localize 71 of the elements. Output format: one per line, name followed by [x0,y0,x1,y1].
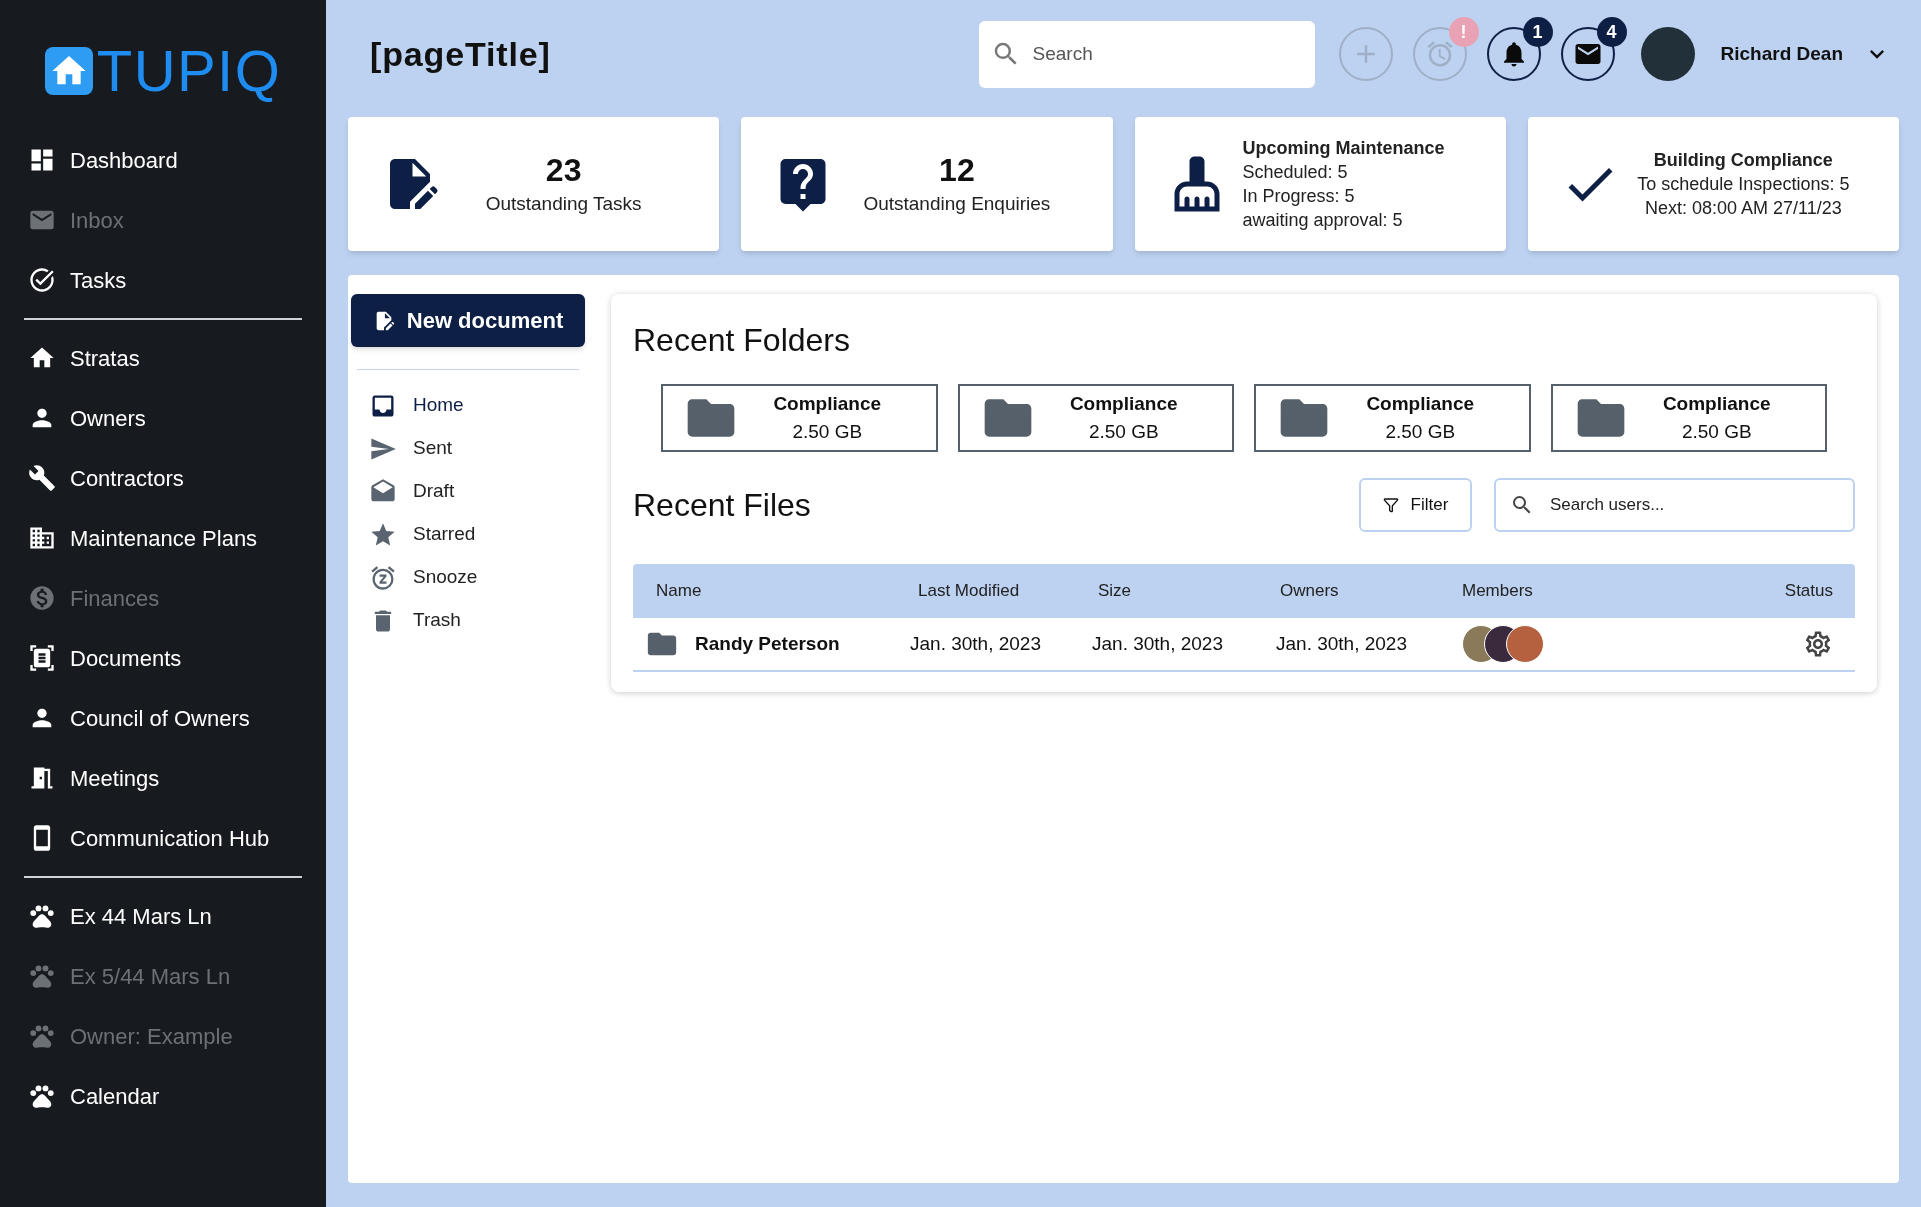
stat-line: Scheduled: 5 [1242,161,1349,184]
stat-line: awaiting approval: 5 [1242,209,1404,232]
folder-size: 2.50 GB [1385,420,1456,444]
badge: ! [1448,17,1479,47]
nav-item[interactable]: Snooze [369,556,585,599]
sidebar-item[interactable]: Stratas [0,328,326,388]
folder-tile[interactable]: Compliance 2.50 GB [661,384,938,452]
sidebar-item[interactable]: Communication Hub [0,808,326,868]
folder-tile[interactable]: Compliance 2.50 GB [1254,384,1531,452]
folder-name: Compliance [1662,391,1771,416]
avatar-photo [1506,625,1544,663]
sidebar-item[interactable]: Dashboard [0,130,326,190]
user-avatar[interactable] [1640,27,1695,81]
column-header: Members [1462,580,1534,603]
snooze-icon [369,563,397,592]
section-title: Recent Folders [633,321,851,360]
sidebar-item[interactable]: Meetings [0,748,326,808]
folder-name: Compliance [1069,391,1178,416]
nav-item[interactable]: Draft [369,470,585,513]
stat-value: 23 [545,150,582,190]
sidebar-item[interactable]: Owners [0,388,326,448]
column-header: Size [1098,580,1133,603]
folder-size: 2.50 GB [1681,420,1752,444]
folder-tile[interactable]: Compliance 2.50 GB [1550,384,1827,452]
search-field[interactable]: Search users... [1494,478,1855,532]
nav-item[interactable]: Home [369,384,585,427]
sidebar-item[interactable]: Calendar [0,1066,326,1126]
folder-name: Compliance [773,391,882,416]
file-name[interactable]: Randy Peterson [695,629,840,659]
stat-line: Next: 08:00 AM 27/11/23 [1644,197,1842,220]
badge: 1 [1522,17,1553,47]
sidebar-item[interactable]: Ex 44 Mars Ln [0,886,326,946]
sidebar-item[interactable]: Council of Owners [0,688,326,748]
stat-label: Outstanding Enquiries [863,191,1051,216]
stat-title: Upcoming Maintenance [1242,137,1446,160]
folder-size: 2.50 GB [1088,420,1159,444]
search-field[interactable]: Search [978,20,1315,88]
folder-size: 2.50 GB [792,420,863,444]
house-logo-icon [44,47,93,95]
column-header: Last Modified [918,580,1021,603]
stat-title: Building Compliance [1653,149,1833,172]
badge: 4 [1596,17,1627,47]
logo-text: TUPIQ [96,42,282,100]
sidebar-item[interactable]: Tasks [0,250,326,310]
column-header: Owners [1280,580,1340,603]
nav-item[interactable]: Sent [369,427,585,470]
stat-label: Outstanding Tasks [485,191,642,216]
user-name[interactable]: Richard Dean [1720,39,1843,69]
filter-button[interactable]: Filter [1359,478,1472,532]
nav-item[interactable]: Trash [369,599,585,642]
nav-item[interactable]: Starred [369,513,585,556]
stat-value: 12 [939,150,975,190]
stat-line: In Progress: 5 [1242,185,1356,208]
sidebar-item[interactable]: Documents [0,628,326,688]
table-cell-text: Jan. 30th, 2023 [1092,631,1224,656]
folder-tile[interactable]: Compliance 2.50 GB [957,384,1234,452]
column-header: Status [1784,580,1834,603]
page-title: [pageTitle] [370,33,551,75]
sidebar-item[interactable]: Contractors [0,448,326,508]
section-title: Recent Files [633,486,812,525]
sidebar-item[interactable]: Maintenance Plans [0,508,326,568]
column-header: Name [655,580,703,603]
folder-name: Compliance [1366,391,1475,416]
stat-line: To schedule Inspections: 5 [1637,173,1850,196]
filter-icon [1382,497,1399,513]
settings-icon[interactable] [1803,629,1833,659]
document-icon [28,644,56,672]
table-cell-text: Jan. 30th, 2023 [1276,631,1408,656]
new-document-button[interactable]: New document [351,294,585,347]
dollar-icon [28,584,56,612]
wrench-icon [28,464,56,492]
